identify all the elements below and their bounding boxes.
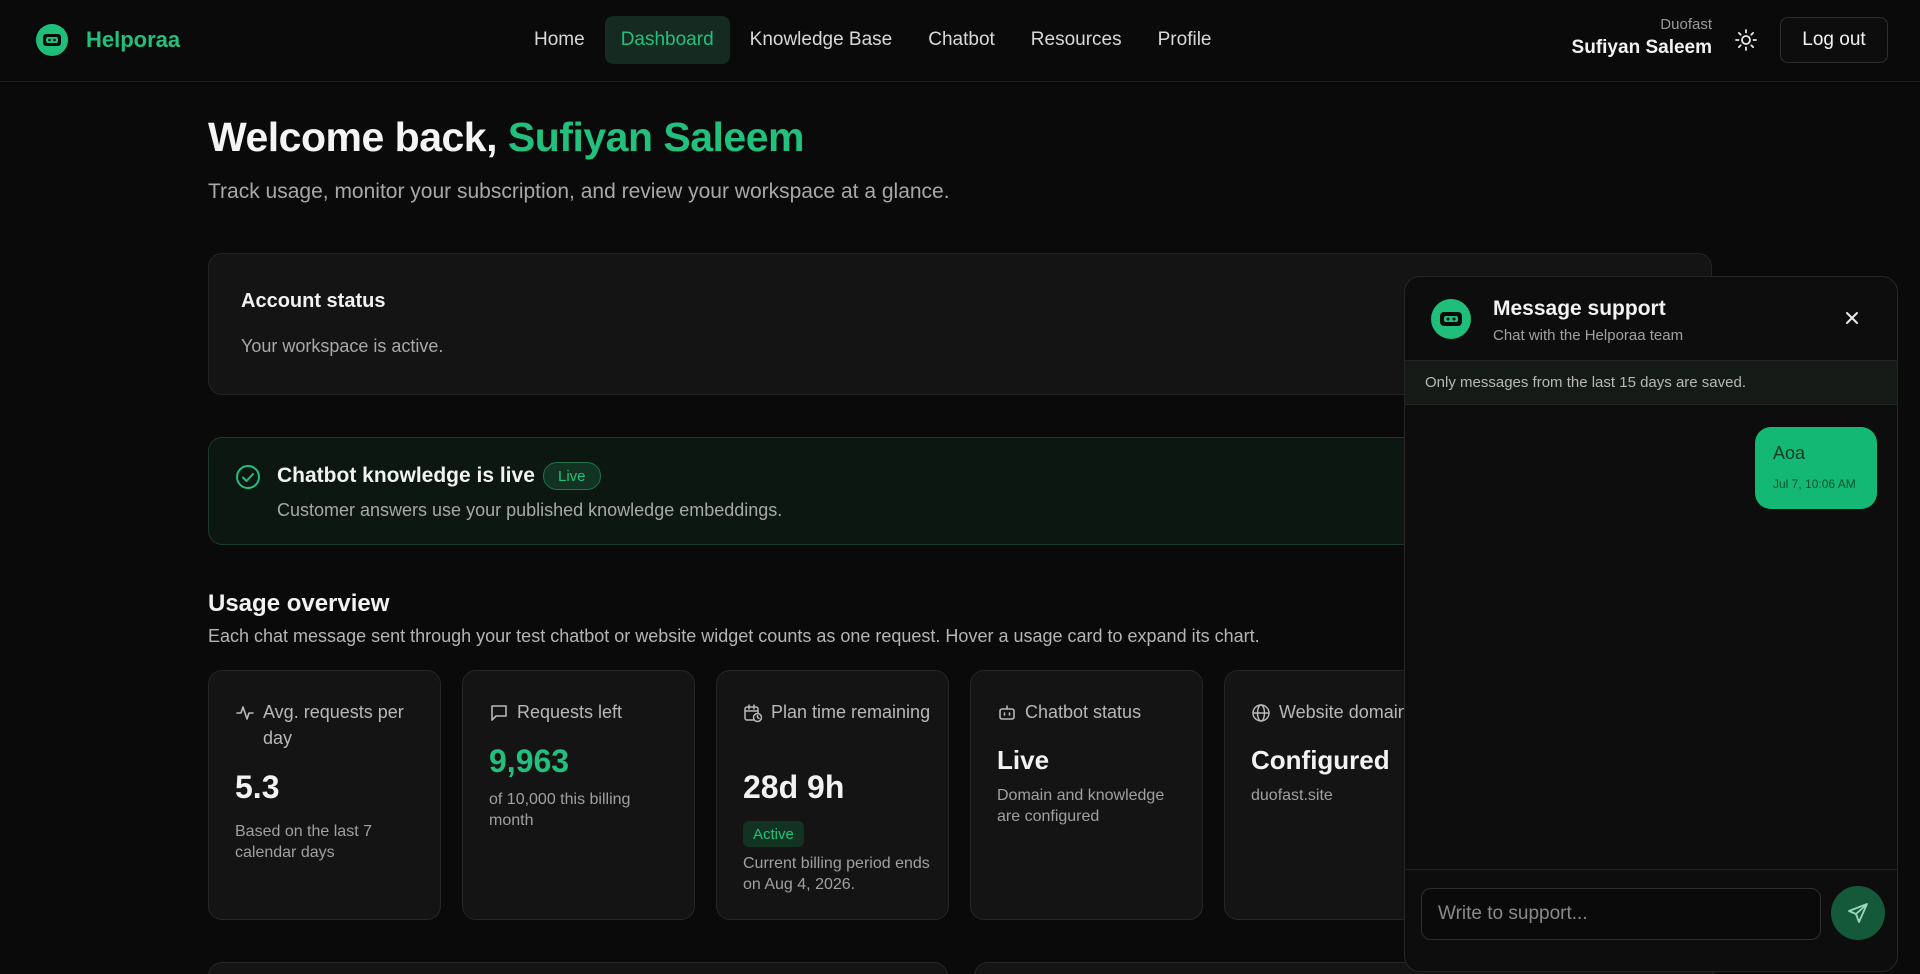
check-circle-icon: [235, 464, 261, 490]
nav-resources[interactable]: Resources: [1015, 16, 1138, 64]
page-subtitle: Track usage, monitor your subscription, …: [208, 180, 950, 203]
globe-icon: [1251, 703, 1271, 723]
welcome-prefix: Welcome back,: [208, 114, 498, 160]
message-text: Aoa: [1773, 443, 1806, 463]
bot-logo-icon: [36, 24, 68, 56]
account-status-title: Account status: [241, 290, 386, 312]
bot-avatar-icon: [1431, 299, 1471, 339]
retention-note: Only messages from the last 15 days are …: [1405, 361, 1897, 405]
support-chat-panel: Message support Chat with the Helporaa t…: [1404, 276, 1898, 972]
card-label: Plan time remaining: [771, 702, 931, 722]
knowledge-title: Chatbot knowledge is live: [277, 464, 535, 487]
card-subtext: Current billing period ends on Aug 4, 20…: [743, 855, 930, 893]
user-info: Duofast Sufiyan Saleem: [1572, 16, 1712, 59]
compose-bar: [1405, 869, 1897, 971]
brand[interactable]: Helporaa: [36, 24, 180, 56]
main-nav: Home Dashboard Knowledge Base Chatbot Re…: [518, 16, 1231, 64]
card-label: Avg. requests per day: [263, 702, 404, 748]
card-value: 5.3: [235, 769, 280, 805]
card-value: Configured: [1251, 745, 1390, 775]
welcome-name: Sufiyan Saleem: [507, 114, 805, 160]
status-badge: Active: [743, 821, 804, 847]
usage-card-requests-left[interactable]: Requests left 9,963 of 10,000 this billi…: [462, 670, 695, 920]
card-subtext: Based on the last 7 calendar days: [235, 823, 372, 861]
bot-icon: [997, 703, 1017, 723]
nav-profile[interactable]: Profile: [1142, 16, 1228, 64]
card-value: 9,963: [489, 743, 570, 779]
support-title: Message support: [1493, 297, 1666, 320]
nav-home[interactable]: Home: [518, 16, 601, 64]
account-status-description: Your workspace is active.: [241, 336, 444, 356]
live-badge: Live: [543, 462, 601, 490]
user-org: Duofast: [1660, 16, 1712, 33]
support-header: Message support Chat with the Helporaa t…: [1405, 277, 1897, 361]
card-subtext: Domain and knowledge are configured: [997, 787, 1165, 825]
user-name: Sufiyan Saleem: [1571, 37, 1712, 58]
activity-icon: [235, 703, 255, 723]
message-bubble: Aoa Jul 7, 10:06 AM: [1755, 427, 1877, 509]
send-icon: [1848, 903, 1868, 923]
chart-card: [208, 962, 948, 974]
close-icon[interactable]: [1843, 309, 1861, 327]
usage-card-avg-requests[interactable]: Avg. requests per day 5.3 Based on the l…: [208, 670, 441, 920]
support-message-input[interactable]: [1421, 888, 1821, 940]
brand-name: Helporaa: [86, 27, 181, 52]
card-label: Chatbot status: [1025, 702, 1142, 722]
usage-card-chatbot-status[interactable]: Chatbot status Live Domain and knowledge…: [970, 670, 1203, 920]
send-button[interactable]: [1831, 886, 1885, 940]
card-subtext: of 10,000 this billing month: [489, 791, 631, 829]
usage-card-plan-time[interactable]: Plan time remaining 28d 9h Active Curren…: [716, 670, 949, 920]
page-title: Welcome back, Sufiyan Saleem: [208, 114, 804, 161]
logout-button[interactable]: Log out: [1780, 17, 1888, 63]
support-subtitle: Chat with the Helporaa team: [1493, 327, 1684, 344]
card-value: 28d 9h: [743, 769, 845, 805]
top-bar: Helporaa Home Dashboard Knowledge Base C…: [0, 0, 1920, 82]
usage-description: Each chat message sent through your test…: [208, 626, 1260, 646]
card-value: Live: [997, 745, 1050, 775]
sun-icon[interactable]: [1734, 28, 1758, 52]
calendar-clock-icon: [743, 703, 763, 723]
nav-knowledge-base[interactable]: Knowledge Base: [734, 16, 909, 64]
message-timestamp: Jul 7, 10:06 AM: [1773, 477, 1856, 491]
message-square-icon: [489, 703, 509, 723]
card-label: Requests left: [517, 702, 623, 722]
usage-title: Usage overview: [208, 590, 390, 617]
knowledge-description: Customer answers use your published know…: [277, 500, 783, 520]
nav-dashboard[interactable]: Dashboard: [604, 16, 730, 64]
nav-chatbot[interactable]: Chatbot: [912, 16, 1011, 64]
